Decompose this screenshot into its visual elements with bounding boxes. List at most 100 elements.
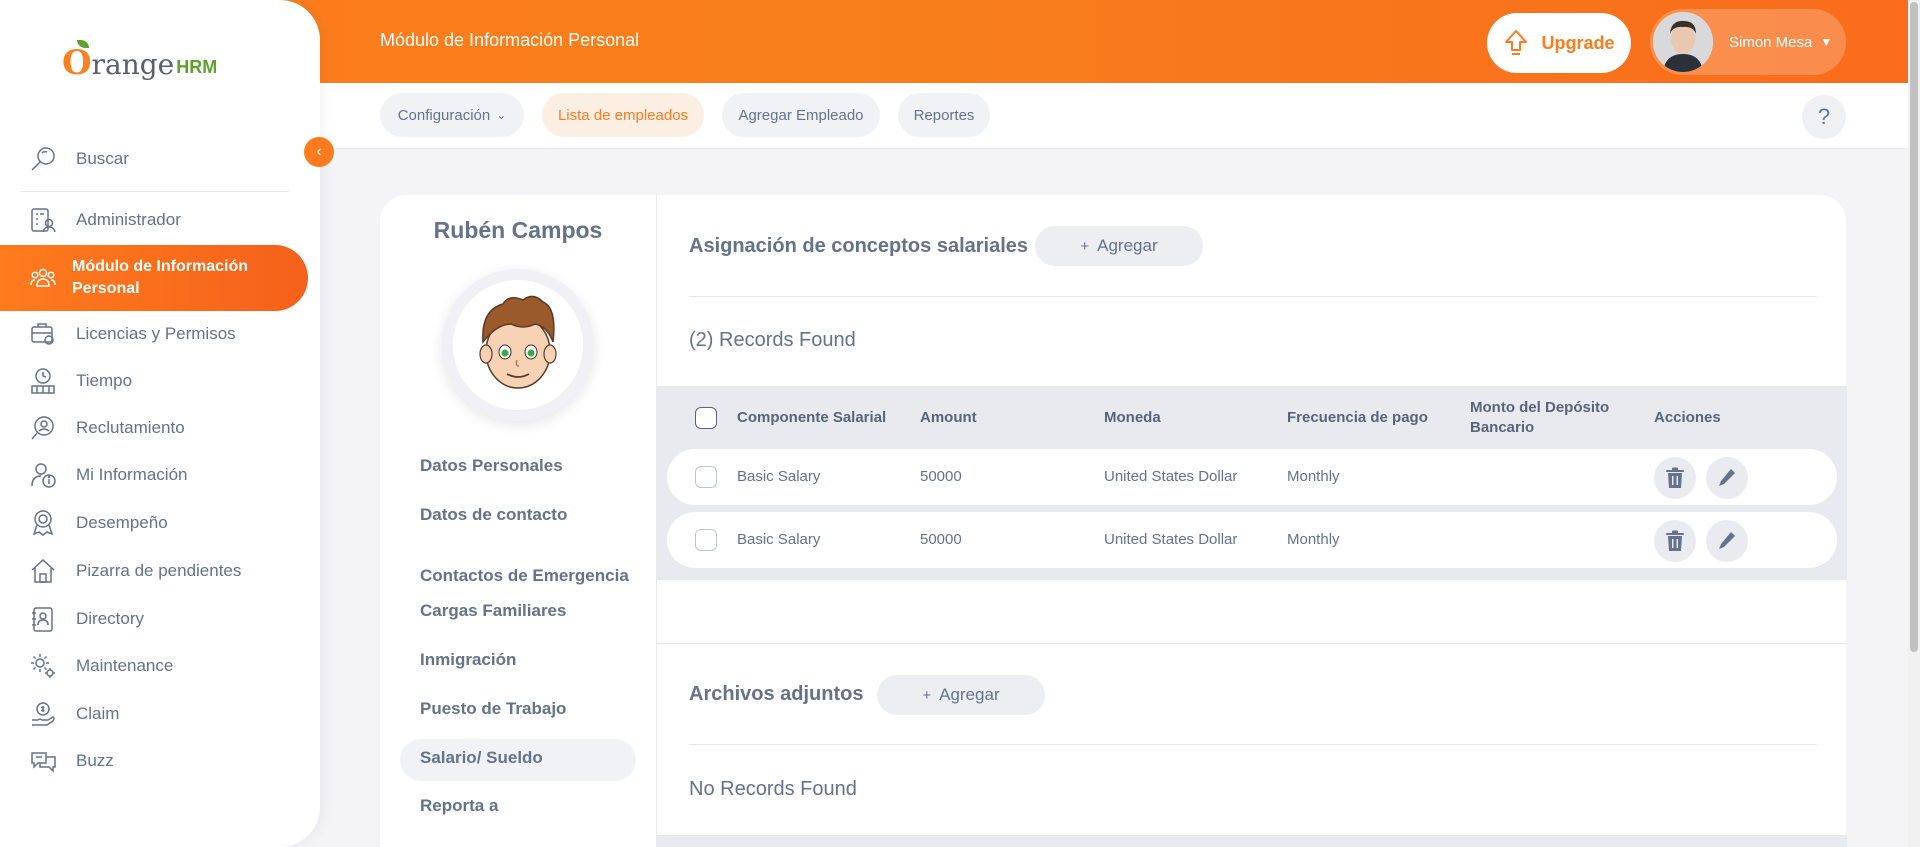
profile-menu-datos-contacto[interactable]: Datos de contacto <box>420 505 640 525</box>
divider <box>689 296 1817 297</box>
upgrade-label: Upgrade <box>1541 32 1615 53</box>
claim-icon <box>28 699 58 729</box>
profile-menu-reporta-a[interactable]: Reporta a <box>420 796 640 816</box>
column-header[interactable]: Componente Salarial <box>737 408 886 428</box>
row-checkbox[interactable] <box>695 529 717 551</box>
sidebar-item-claim[interactable]: Claim <box>0 691 308 737</box>
sidebar-item-label: Mi Información <box>76 465 188 484</box>
tab-lista-empleados[interactable]: Lista de empleados <box>542 93 704 137</box>
salary-content-panel: Asignación de conceptos salariales + Agr… <box>656 195 1847 847</box>
sidebar-item-administrador[interactable]: Administrador <box>0 197 308 243</box>
column-header[interactable]: Monto del Depósito Bancario <box>1470 398 1620 438</box>
section-divider <box>657 643 1847 644</box>
sidebar-item-label: Directory <box>76 609 145 628</box>
tab-reportes[interactable]: Reportes <box>898 93 990 137</box>
tab-configuracion[interactable]: Configuración ⌄ <box>380 93 524 137</box>
trash-icon <box>1666 467 1684 488</box>
sidebar-item-mi-informacion[interactable]: Mi Información <box>0 452 308 498</box>
delete-button[interactable] <box>1654 457 1696 499</box>
dashboard-icon <box>28 556 58 586</box>
tab-reportes-label: Reportes <box>913 106 975 124</box>
column-header[interactable]: Moneda <box>1104 408 1161 428</box>
cell-frequency: Monthly <box>1287 468 1340 485</box>
profile-menu-inmigracion[interactable]: Inmigración <box>420 650 640 670</box>
user-menu[interactable]: Simon Mesa ▼ <box>1650 9 1846 75</box>
sidebar-item-pizarra[interactable]: Pizarra de pendientes <box>0 548 308 594</box>
pencil-icon <box>1719 469 1735 486</box>
upgrade-arrow-icon <box>1505 30 1528 55</box>
upgrade-button[interactable]: Upgrade <box>1487 13 1631 73</box>
recruitment-icon <box>28 413 58 443</box>
help-button[interactable]: ? <box>1802 95 1846 139</box>
sidebar-item-label: Maintenance <box>76 656 174 675</box>
sidebar-item-maintenance[interactable]: Maintenance <box>0 643 308 689</box>
sidebar-item-licencias[interactable]: Licencias y Permisos <box>0 311 308 357</box>
attachments-table-header <box>657 835 1847 847</box>
performance-icon <box>28 508 58 538</box>
profile-menu-salario[interactable]: Salario/ Sueldo <box>420 748 640 768</box>
module-title: Módulo de Información Personal <box>380 30 640 50</box>
table-row[interactable]: Basic Salary 50000 United States Dollar … <box>667 512 1837 568</box>
tab-lista-empleados-label: Lista de empleados <box>557 106 689 124</box>
profile-menu-contactos-emergencia[interactable]: Contactos de Emergencia <box>420 554 640 597</box>
sidebar: O range HRM Buscar Administrador Módulo … <box>0 0 320 847</box>
chevron-left-icon: ‹ <box>316 143 322 160</box>
sidebar-item-label: Administrador <box>76 210 181 229</box>
page-scrollbar[interactable] <box>1908 0 1920 847</box>
sidebar-item-desempeno[interactable]: Desempeño <box>0 500 308 546</box>
leave-icon <box>28 319 58 349</box>
trash-icon <box>1666 530 1684 551</box>
add-salary-button[interactable]: + Agregar <box>1035 226 1203 266</box>
salary-section-title: Asignación de conceptos salariales <box>689 235 1029 257</box>
attachments-records-count: No Records Found <box>689 778 857 800</box>
salary-records-count: (2) Records Found <box>689 329 856 351</box>
time-icon <box>28 366 58 396</box>
cell-currency: United States Dollar <box>1104 531 1238 548</box>
profile-menu-puesto-trabajo[interactable]: Puesto de Trabajo <box>420 699 640 719</box>
profile-menu-cargas-familiares[interactable]: Cargas Familiares <box>420 601 640 621</box>
cell-currency: United States Dollar <box>1104 468 1238 485</box>
cell-amount: 50000 <box>920 531 962 548</box>
sidebar-item-reclutamiento[interactable]: Reclutamiento <box>0 405 308 451</box>
row-checkbox[interactable] <box>695 466 717 488</box>
select-all-checkbox[interactable] <box>695 407 717 429</box>
sidebar-item-label: Claim <box>76 704 120 723</box>
add-salary-label: Agregar <box>1097 236 1158 255</box>
search-icon <box>28 144 58 174</box>
my-info-icon <box>28 460 58 490</box>
delete-button[interactable] <box>1654 520 1696 562</box>
sidebar-search[interactable]: Buscar <box>0 136 308 182</box>
sidebar-item-tiempo[interactable]: Tiempo <box>0 358 308 404</box>
buzz-icon <box>28 746 58 776</box>
add-attachment-button[interactable]: + Agregar <box>877 675 1045 715</box>
profile-menu-datos-personales[interactable]: Datos Personales <box>420 456 640 476</box>
chevron-down-icon: ⌄ <box>496 108 507 122</box>
salary-table: Componente Salarial Amount Moneda Frecue… <box>657 386 1847 580</box>
cell-frequency: Monthly <box>1287 531 1340 548</box>
scrollbar-thumb[interactable] <box>1910 2 1918 652</box>
orangehrm-logo: O range HRM <box>62 40 217 80</box>
column-header[interactable]: Frecuencia de pago <box>1287 408 1428 428</box>
edit-button[interactable] <box>1706 520 1748 562</box>
plus-icon: + <box>922 686 932 704</box>
directory-icon <box>28 604 58 634</box>
sidebar-item-buzz[interactable]: Buzz <box>0 738 308 784</box>
plus-icon: + <box>1080 237 1090 255</box>
cell-component: Basic Salary <box>737 531 821 548</box>
employee-photo[interactable] <box>442 269 594 421</box>
tab-agregar-empleado-label: Agregar Empleado <box>738 106 864 124</box>
table-row[interactable]: Basic Salary 50000 United States Dollar … <box>667 449 1837 505</box>
employee-profile-panel: Rubén Campos Datos Personales Datos de c… <box>380 195 656 847</box>
tab-agregar-empleado[interactable]: Agregar Empleado <box>722 93 880 137</box>
column-header: Acciones <box>1654 409 1721 426</box>
sidebar-item-modulo-informacion-personal[interactable]: Módulo de Información Personal <box>0 245 308 311</box>
cell-amount: 50000 <box>920 468 962 485</box>
sub-navigation: Configuración ⌄ Lista de empleados Agreg… <box>320 83 1908 149</box>
divider <box>689 744 1817 745</box>
collapse-sidebar-button[interactable]: ‹ <box>304 137 334 167</box>
sidebar-item-directory[interactable]: Directory <box>0 596 308 642</box>
avatar <box>1653 12 1713 72</box>
column-header[interactable]: Amount <box>920 408 977 428</box>
caret-down-icon: ▼ <box>1820 35 1833 49</box>
edit-button[interactable] <box>1706 457 1748 499</box>
